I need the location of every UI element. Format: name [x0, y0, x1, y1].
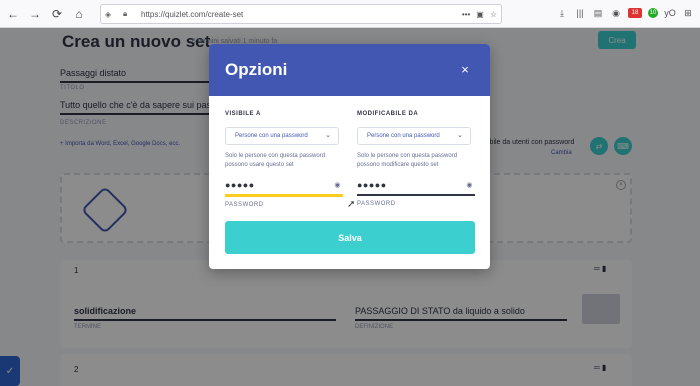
visible-to-column: VISIBILE A Persone con una password ⌄ So…: [225, 111, 343, 208]
bookmark-icon[interactable]: ☆: [490, 10, 497, 19]
close-icon[interactable]: ×: [458, 62, 472, 77]
extensions-toolbar: ⤓ ||| ▤ ◉ 18 10 yO ⊞ ◆ ≡: [556, 6, 700, 20]
editable-by-select[interactable]: Persone con una password ⌄: [357, 127, 471, 145]
editable-by-heading: MODIFICABILE DA: [357, 111, 419, 117]
extension-green-icon[interactable]: 10: [648, 8, 658, 18]
library-icon[interactable]: |||: [574, 6, 586, 20]
show-password-icon[interactable]: ◉: [334, 181, 341, 189]
page-actions-icon[interactable]: •••: [462, 10, 470, 19]
chevron-down-icon: ⌄: [325, 132, 331, 139]
download-icon[interactable]: ⤓: [556, 6, 568, 20]
visible-password-input[interactable]: ●●●●● ◉: [225, 180, 343, 194]
forward-icon[interactable]: →: [26, 5, 44, 23]
home-icon[interactable]: ⌂: [70, 5, 88, 23]
sidebar-icon[interactable]: ▤: [592, 6, 604, 20]
password-underline: [357, 194, 475, 196]
visible-password-value: ●●●●●: [225, 180, 255, 190]
modal-header: Opzioni ×: [209, 44, 490, 96]
back-icon[interactable]: ←: [4, 5, 22, 23]
editable-by-column: MODIFICABILE DA Persone con una password…: [357, 111, 475, 207]
reload-icon[interactable]: ⟳: [48, 5, 66, 23]
visible-to-select[interactable]: Persone con una password ⌄: [225, 127, 339, 145]
editable-password-value: ●●●●●: [357, 180, 387, 190]
editable-by-help: Solo le persone con questa password poss…: [357, 153, 458, 168]
address-bar[interactable]: ◈ 🔒︎ https://quizlet.com/create-set ••• …: [100, 4, 502, 24]
visible-to-help: Solo le persone con questa password poss…: [225, 153, 326, 168]
extension-grid-icon[interactable]: ⊞: [682, 6, 694, 20]
options-modal: Opzioni × VISIBILE A Persone con una pas…: [209, 44, 490, 269]
editable-by-value: Persone con una password: [367, 133, 440, 139]
show-password-icon[interactable]: ◉: [466, 181, 473, 189]
tracking-shield-icon[interactable]: ◈: [105, 10, 117, 19]
password-focus-underline: [225, 194, 343, 197]
chevron-down-icon: ⌄: [457, 132, 463, 139]
extension-badge-icon[interactable]: 18: [628, 8, 642, 18]
save-button[interactable]: Salva: [225, 221, 475, 254]
modal-title: Opzioni: [225, 60, 288, 79]
visible-password-label: PASSWORD: [225, 202, 264, 208]
visible-to-heading: VISIBILE A: [225, 111, 261, 117]
visible-to-value: Persone con una password: [235, 133, 308, 139]
reader-icon[interactable]: ◉: [610, 6, 622, 20]
mouse-cursor-icon: ➚: [347, 199, 356, 210]
editable-password-input[interactable]: ●●●●● ◉: [357, 180, 475, 194]
extension-text-icon[interactable]: yO: [664, 6, 676, 20]
lock-icon[interactable]: 🔒︎: [123, 9, 137, 19]
editable-password-label: PASSWORD: [357, 201, 396, 207]
url-text[interactable]: https://quizlet.com/create-set: [141, 10, 243, 19]
pocket-icon[interactable]: ▣: [476, 10, 484, 19]
